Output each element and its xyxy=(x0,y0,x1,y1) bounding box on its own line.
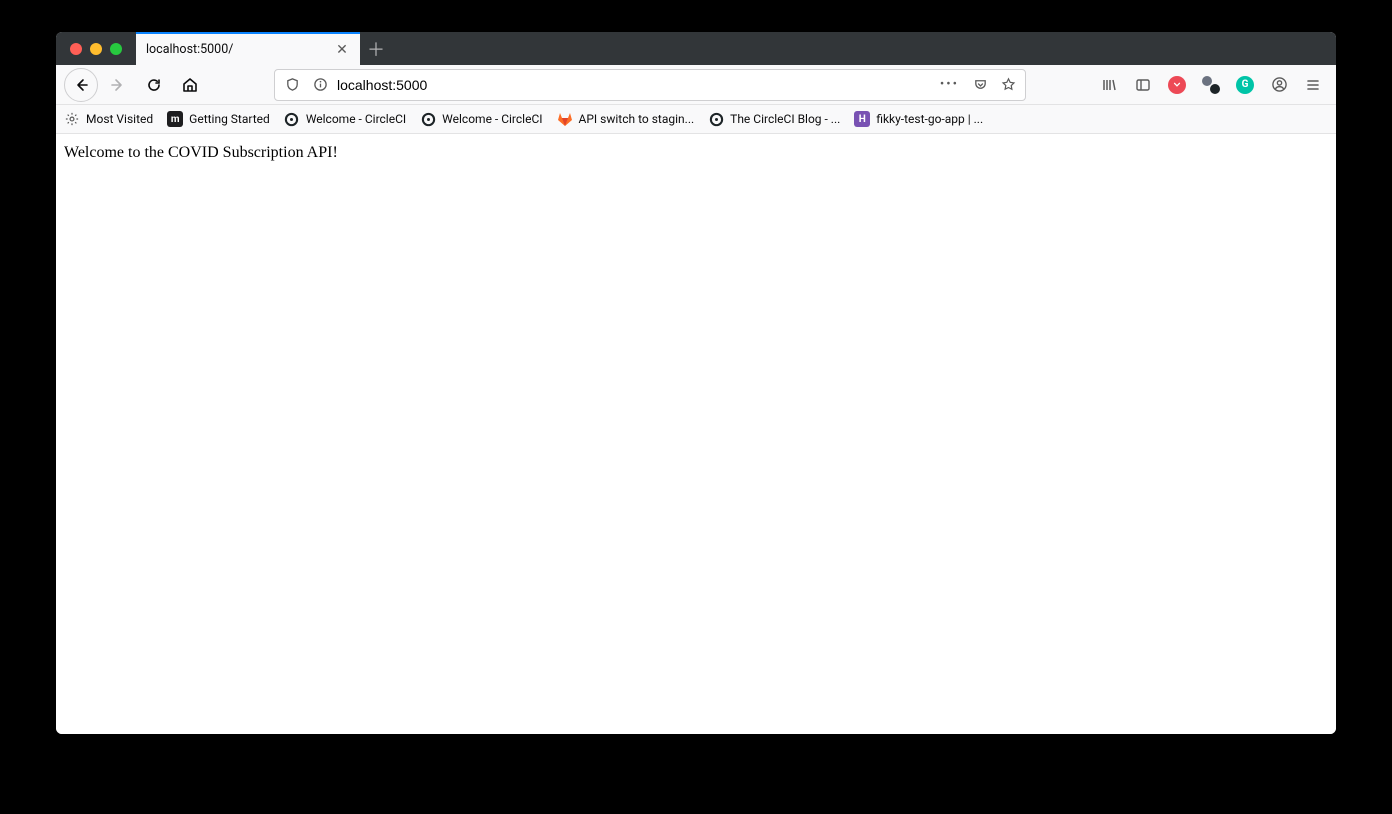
home-icon xyxy=(182,77,198,93)
forward-button[interactable] xyxy=(102,69,134,101)
info-icon[interactable] xyxy=(309,74,331,96)
close-tab-icon[interactable]: ✕ xyxy=(334,42,350,58)
arrow-left-icon xyxy=(73,77,89,93)
extension-button[interactable] xyxy=(1196,70,1226,100)
bookmark-circleci-1[interactable]: Welcome - CircleCI xyxy=(284,111,406,127)
bookmark-circleci-blog[interactable]: The CircleCI Blog - ... xyxy=(708,111,840,127)
menu-button[interactable] xyxy=(1298,70,1328,100)
heroku-icon: H xyxy=(854,111,870,127)
account-icon xyxy=(1271,76,1288,93)
window-controls xyxy=(56,32,136,65)
minimize-window-icon[interactable] xyxy=(90,43,102,55)
bookmark-getting-started[interactable]: m Getting Started xyxy=(167,111,270,127)
reload-icon xyxy=(146,77,162,93)
toolbar-right: G xyxy=(1094,70,1328,100)
pocket-extension-button[interactable] xyxy=(1162,70,1192,100)
library-button[interactable] xyxy=(1094,70,1124,100)
address-bar[interactable]: ••• xyxy=(274,69,1026,101)
circleci-icon xyxy=(708,111,724,127)
bookmark-label: Welcome - CircleCI xyxy=(306,112,406,126)
page-actions-icon[interactable]: ••• xyxy=(936,77,963,92)
close-window-icon[interactable] xyxy=(70,43,82,55)
account-button[interactable] xyxy=(1264,70,1294,100)
hamburger-icon xyxy=(1305,77,1321,93)
gear-icon xyxy=(64,111,80,127)
nav-toolbar: ••• G xyxy=(56,65,1336,105)
circleci-icon xyxy=(420,111,436,127)
library-icon xyxy=(1101,77,1117,93)
bookmark-gitlab[interactable]: API switch to stagin... xyxy=(557,111,695,127)
mozilla-icon: m xyxy=(167,111,183,127)
pocket-icon[interactable] xyxy=(969,74,991,96)
tab-bar: localhost:5000/ ✕ ＋ xyxy=(56,32,1336,65)
maximize-window-icon[interactable] xyxy=(110,43,122,55)
back-button[interactable] xyxy=(64,68,98,102)
tab-title: localhost:5000/ xyxy=(146,42,334,57)
browser-tab[interactable]: localhost:5000/ ✕ xyxy=(136,32,360,65)
bookmark-label: API switch to stagin... xyxy=(579,112,695,126)
url-input[interactable] xyxy=(337,77,930,93)
bookmark-label: fikky-test-go-app | ... xyxy=(876,112,983,126)
sidebar-icon xyxy=(1135,77,1151,93)
bookmarks-bar: Most Visited m Getting Started Welcome -… xyxy=(56,105,1336,134)
page-body-text: Welcome to the COVID Subscription API! xyxy=(64,144,338,161)
grammarly-icon: G xyxy=(1236,76,1254,94)
bookmark-label: Welcome - CircleCI xyxy=(442,112,542,126)
page-content: Welcome to the COVID Subscription API! xyxy=(56,134,1336,734)
grammarly-extension-button[interactable]: G xyxy=(1230,70,1260,100)
bookmark-label: Getting Started xyxy=(189,112,270,126)
circleci-icon xyxy=(284,111,300,127)
reload-button[interactable] xyxy=(138,69,170,101)
bookmark-label: Most Visited xyxy=(86,112,153,126)
browser-window: localhost:5000/ ✕ ＋ ••• xyxy=(56,32,1336,734)
shield-icon[interactable] xyxy=(281,74,303,96)
bookmark-circleci-2[interactable]: Welcome - CircleCI xyxy=(420,111,542,127)
bookmark-star-icon[interactable] xyxy=(997,74,1019,96)
pocket-extension-icon xyxy=(1168,76,1186,94)
new-tab-button[interactable]: ＋ xyxy=(360,33,392,65)
home-button[interactable] xyxy=(174,69,206,101)
arrow-right-icon xyxy=(110,77,126,93)
gitlab-icon xyxy=(557,111,573,127)
bookmark-label: The CircleCI Blog - ... xyxy=(730,112,840,126)
bookmark-heroku[interactable]: H fikky-test-go-app | ... xyxy=(854,111,983,127)
extension-badge-icon xyxy=(1202,76,1220,94)
sidebar-button[interactable] xyxy=(1128,70,1158,100)
bookmark-most-visited[interactable]: Most Visited xyxy=(64,111,153,127)
